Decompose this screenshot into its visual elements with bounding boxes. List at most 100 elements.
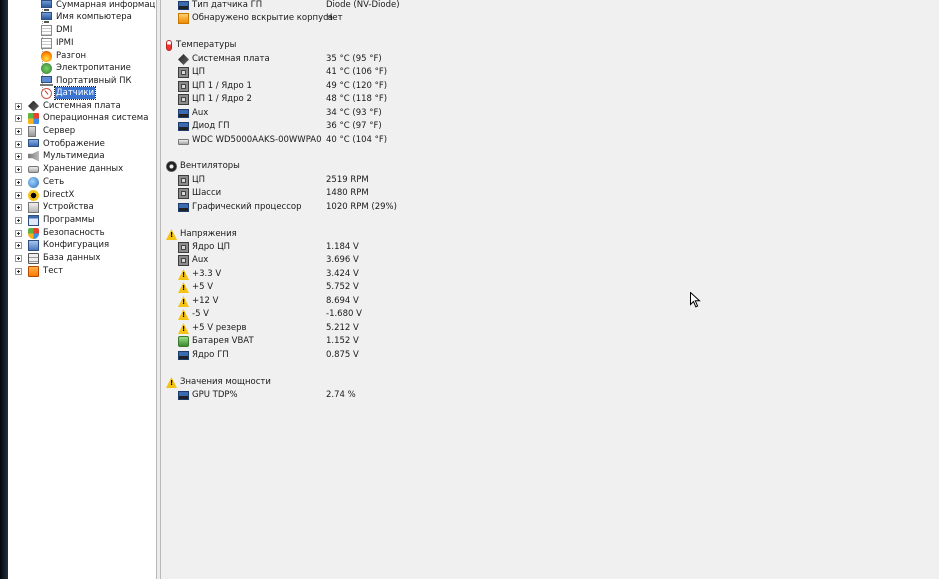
tree-item-label: Сервер: [43, 126, 76, 136]
field-value: -1.680 V: [326, 309, 362, 319]
tree-item-overclock[interactable]: Разгон: [41, 50, 87, 62]
tree-item-server[interactable]: Сервер: [15, 125, 76, 137]
tree-item-label: Датчики: [53, 86, 97, 100]
expand-icon[interactable]: [15, 166, 22, 173]
display-icon: [28, 139, 39, 147]
tree-item-label: Системная плата: [43, 101, 121, 111]
field-name: Шасси: [192, 188, 222, 198]
tree-item-benchmark[interactable]: Тест: [15, 265, 64, 277]
field-value: 2.74 %: [326, 390, 356, 400]
configuration-icon: [28, 239, 39, 251]
sensor-details-panel: Тип датчика ГП Diode (NV-Diode) Обнаруже…: [161, 0, 939, 579]
laptop-icon: [40, 76, 53, 86]
expand-icon[interactable]: [15, 242, 22, 249]
database-icon: [28, 252, 39, 264]
field-value: 41 °C (106 °F): [326, 67, 388, 77]
tree-item-power[interactable]: Электропитание: [41, 62, 132, 74]
field-value: 40 °C (104 °F): [326, 135, 388, 145]
tree-item-label: Безопасность: [43, 228, 105, 238]
cpu-icon: [178, 81, 189, 92]
window-edge: [0, 0, 8, 579]
field-name: +5 V: [192, 282, 214, 292]
expand-icon[interactable]: [15, 179, 22, 186]
field-value: 48 °C (118 °F): [326, 94, 388, 104]
expand-icon[interactable]: [15, 230, 22, 237]
tree-item-label: Хранение данных: [43, 164, 124, 174]
field-name: Aux: [192, 108, 209, 118]
server-icon: [28, 125, 36, 137]
field-value: 3.424 V: [326, 269, 359, 279]
tree-item-ipmi[interactable]: IPMI: [41, 37, 74, 49]
gpu-icon: [178, 1, 189, 10]
gpu-icon: [178, 351, 189, 360]
expand-icon[interactable]: [15, 192, 22, 199]
tree-item-portable-pc[interactable]: Портативный ПК: [40, 75, 133, 87]
expand-icon[interactable]: [15, 141, 22, 148]
tree-item-label: Отображение: [43, 139, 105, 149]
warning-icon: [178, 309, 189, 320]
tree-item-devices[interactable]: Устройства: [15, 201, 95, 213]
field-value: 0.875 V: [326, 350, 359, 360]
field-name: WDC WD5000AAKS-00WWPA0: [192, 135, 322, 145]
field-value: 1480 RPM: [326, 188, 369, 198]
tree-item-database[interactable]: База данных: [15, 252, 101, 264]
tree-item-display[interactable]: Отображение: [15, 138, 106, 150]
tree-item-label: Конфигурация: [43, 240, 110, 250]
tree-item-summary[interactable]: Суммарная информация: [41, 0, 156, 11]
expand-icon[interactable]: [15, 153, 22, 160]
warning-icon: [178, 282, 189, 293]
tree-item-directx[interactable]: DirectX: [15, 189, 75, 201]
expand-icon[interactable]: [15, 217, 22, 224]
gpu-icon: [178, 122, 189, 131]
tree-item-label: Электропитание: [56, 63, 131, 73]
case-icon: [178, 13, 189, 24]
section-title: Напряжения: [180, 229, 237, 239]
expand-icon[interactable]: [15, 115, 22, 122]
tree-item-security[interactable]: Безопасность: [15, 227, 106, 239]
warning-icon: [178, 323, 189, 334]
field-value: 49 °C (120 °F): [326, 81, 388, 91]
cpu-icon: [178, 255, 189, 266]
field-name: -5 V: [192, 309, 209, 319]
expand-icon[interactable]: [15, 103, 22, 110]
field-value: 3.696 V: [326, 255, 359, 265]
tree-item-computer-name[interactable]: Имя компьютера: [41, 11, 133, 23]
tree-item-os[interactable]: Операционная система: [15, 112, 149, 124]
field-value: 1.152 V: [326, 336, 359, 346]
programs-icon: [28, 214, 39, 226]
field-name: Обнаружено вскрытие корпуса: [192, 13, 334, 23]
tree-item-storage[interactable]: Хранение данных: [15, 163, 124, 175]
tree-item-motherboard[interactable]: Системная плата: [15, 100, 122, 112]
tree-item-label: Разгон: [56, 51, 87, 61]
field-name: +12 V: [192, 296, 219, 306]
expand-icon[interactable]: [15, 268, 22, 275]
tree-item-label: Программы: [43, 215, 95, 225]
warning-icon: [178, 269, 189, 280]
tree-item-multimedia[interactable]: Мультимедиа: [15, 150, 106, 162]
devices-icon: [28, 201, 39, 213]
sensor-gauge-icon: [41, 87, 52, 99]
expand-icon[interactable]: [15, 204, 22, 211]
tree-item-network[interactable]: Сеть: [15, 176, 65, 188]
section-header-power-values: Значения мощности: [166, 376, 271, 389]
field-value: 5.212 V: [326, 323, 359, 333]
windows-icon: [28, 112, 39, 124]
tree-item-programs[interactable]: Программы: [15, 214, 96, 226]
field-name: ЦП: [192, 175, 205, 185]
tree-item-dmi[interactable]: DMI: [41, 24, 73, 36]
tree-item-configuration[interactable]: Конфигурация: [15, 239, 110, 251]
field-name: Системная плата: [192, 54, 270, 64]
tree-item-label: DMI: [56, 25, 73, 35]
document-icon: [41, 37, 52, 49]
expand-icon[interactable]: [15, 255, 22, 262]
tree-item-label: Тест: [43, 266, 64, 276]
expand-icon[interactable]: [15, 128, 22, 135]
tree-item-label: Имя компьютера: [56, 12, 132, 22]
app-window: Суммарная информация Имя компьютера DMI …: [0, 0, 939, 579]
gpu-icon: [178, 203, 189, 212]
monitor-icon: [41, 0, 52, 11]
motherboard-icon: [28, 100, 39, 112]
tree-item-sensors[interactable]: Датчики: [41, 86, 97, 100]
field-name: +5 V резерв: [192, 323, 247, 333]
navigation-tree[interactable]: Суммарная информация Имя компьютера DMI …: [8, 0, 156, 579]
